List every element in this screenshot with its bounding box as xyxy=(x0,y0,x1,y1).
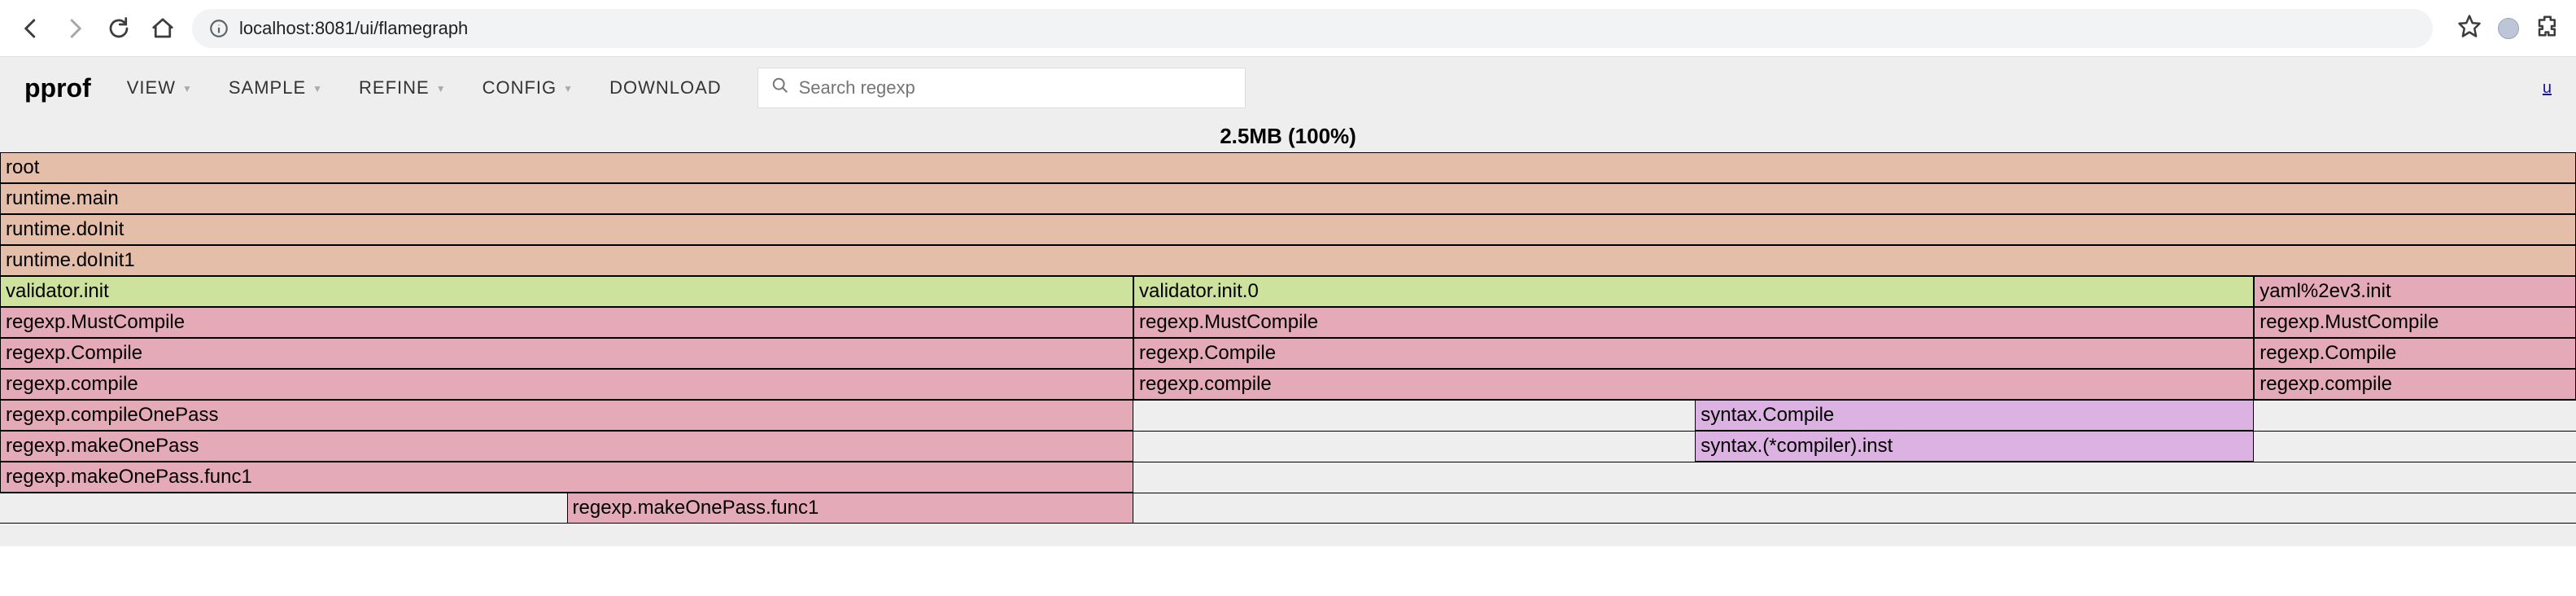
menu-config[interactable]: CONFIG ▼ xyxy=(482,77,574,99)
flame-cell[interactable]: regexp.makeOnePass xyxy=(0,432,1133,462)
flame-row: runtime.doInit xyxy=(0,214,2576,245)
star-icon[interactable] xyxy=(2457,14,2482,42)
url-text: localhost:8081/ui/flamegraph xyxy=(239,18,468,39)
back-button[interactable] xyxy=(16,14,46,43)
flame-summary: 2.5MB (100%) xyxy=(0,119,2576,152)
flame-cell[interactable]: yaml%2ev3.init xyxy=(2254,277,2576,307)
flame-row: validator.initvalidator.init.0yaml%2ev3.… xyxy=(0,276,2576,307)
flame-cell[interactable]: regexp.Compile xyxy=(1133,339,2254,369)
menu-refine[interactable]: REFINE ▼ xyxy=(359,77,447,99)
menu-config-label: CONFIG xyxy=(482,77,557,99)
menu-view[interactable]: VIEW ▼ xyxy=(127,77,193,99)
pprof-toolbar: pprof VIEW ▼ SAMPLE ▼ REFINE ▼ CONFIG ▼ DOWN… xyxy=(0,57,2576,119)
search-input[interactable] xyxy=(799,77,1232,99)
flame-row: runtime.doInit1 xyxy=(0,245,2576,276)
flame-row: regexp.MustCompileregexp.MustCompilerege… xyxy=(0,307,2576,338)
flame-cell[interactable]: runtime.doInit1 xyxy=(0,246,2576,276)
flame-cell[interactable]: regexp.makeOnePass.func1 xyxy=(567,493,1134,524)
app-title: pprof xyxy=(24,73,91,103)
browser-chrome: localhost:8081/ui/flamegraph xyxy=(0,0,2576,57)
search-icon xyxy=(771,77,789,99)
flame-row: regexp.compileregexp.compileregexp.compi… xyxy=(0,369,2576,400)
flame-cell[interactable]: regexp.MustCompile xyxy=(1133,308,2254,338)
flame-cell[interactable]: root xyxy=(0,153,2576,183)
profile-avatar[interactable] xyxy=(2498,18,2519,39)
flame-cell[interactable]: regexp.compileOnePass xyxy=(0,401,1133,431)
chevron-down-icon: ▼ xyxy=(312,83,323,94)
flame-cell[interactable]: regexp.compile xyxy=(2254,370,2576,400)
menu-download-label: DOWNLOAD xyxy=(609,77,722,99)
flame-row: regexp.makeOnePass.func1 xyxy=(0,462,2576,493)
unit-link[interactable]: u xyxy=(2543,79,2552,98)
flame-row: root xyxy=(0,152,2576,183)
extensions-icon[interactable] xyxy=(2535,14,2560,42)
flame-cell[interactable]: runtime.main xyxy=(0,184,2576,214)
flame-cell[interactable]: validator.init xyxy=(0,277,1133,307)
flame-row: regexp.makeOnePass syntax.(*compiler).ins… xyxy=(0,431,2576,462)
reload-button[interactable] xyxy=(104,14,133,43)
menu-view-label: VIEW xyxy=(127,77,176,99)
flame-cell[interactable]: runtime.doInit xyxy=(0,215,2576,245)
chevron-down-icon: ▼ xyxy=(563,83,574,94)
flame-row: runtime.main xyxy=(0,183,2576,214)
flame-cell[interactable]: regexp.compile xyxy=(0,370,1133,400)
flame-cell[interactable]: regexp.makeOnePass.func1 xyxy=(0,462,1133,493)
menu-download[interactable]: DOWNLOAD xyxy=(609,77,722,99)
flame-cell[interactable]: regexp.Compile xyxy=(0,339,1133,369)
flame-row: regexp.Compileregexp.Compileregexp.Compi… xyxy=(0,338,2576,369)
flame-cell[interactable]: regexp.Compile xyxy=(2254,339,2576,369)
flame-row: regexp.makeOnePass.func1 xyxy=(0,493,2576,524)
site-info-icon[interactable] xyxy=(208,18,229,39)
url-bar[interactable]: localhost:8081/ui/flamegraph xyxy=(192,9,2433,48)
menu-refine-label: REFINE xyxy=(359,77,430,99)
flame-cell[interactable]: regexp.MustCompile xyxy=(0,308,1133,338)
flame-cell[interactable]: regexp.compile xyxy=(1133,370,2254,400)
menu-sample[interactable]: SAMPLE ▼ xyxy=(229,77,323,99)
chevron-down-icon: ▼ xyxy=(436,83,447,94)
menu-sample-label: SAMPLE xyxy=(229,77,306,99)
flame-cell[interactable]: regexp.MustCompile xyxy=(2254,308,2576,338)
flame-cell[interactable]: syntax.(*compiler).inst xyxy=(1695,432,2254,462)
chevron-down-icon: ▼ xyxy=(182,83,193,94)
search-box[interactable] xyxy=(758,68,1246,108)
home-button[interactable] xyxy=(148,14,177,43)
flamegraph[interactable]: rootruntime.mainruntime.doInitruntime.do… xyxy=(0,152,2576,546)
flame-cell[interactable]: validator.init.0 xyxy=(1133,277,2254,307)
flame-cell[interactable]: syntax.Compile xyxy=(1695,401,2254,431)
flame-row: regexp.compileOnePass syntax.Compile xyxy=(0,400,2576,431)
forward-button[interactable] xyxy=(60,14,90,43)
